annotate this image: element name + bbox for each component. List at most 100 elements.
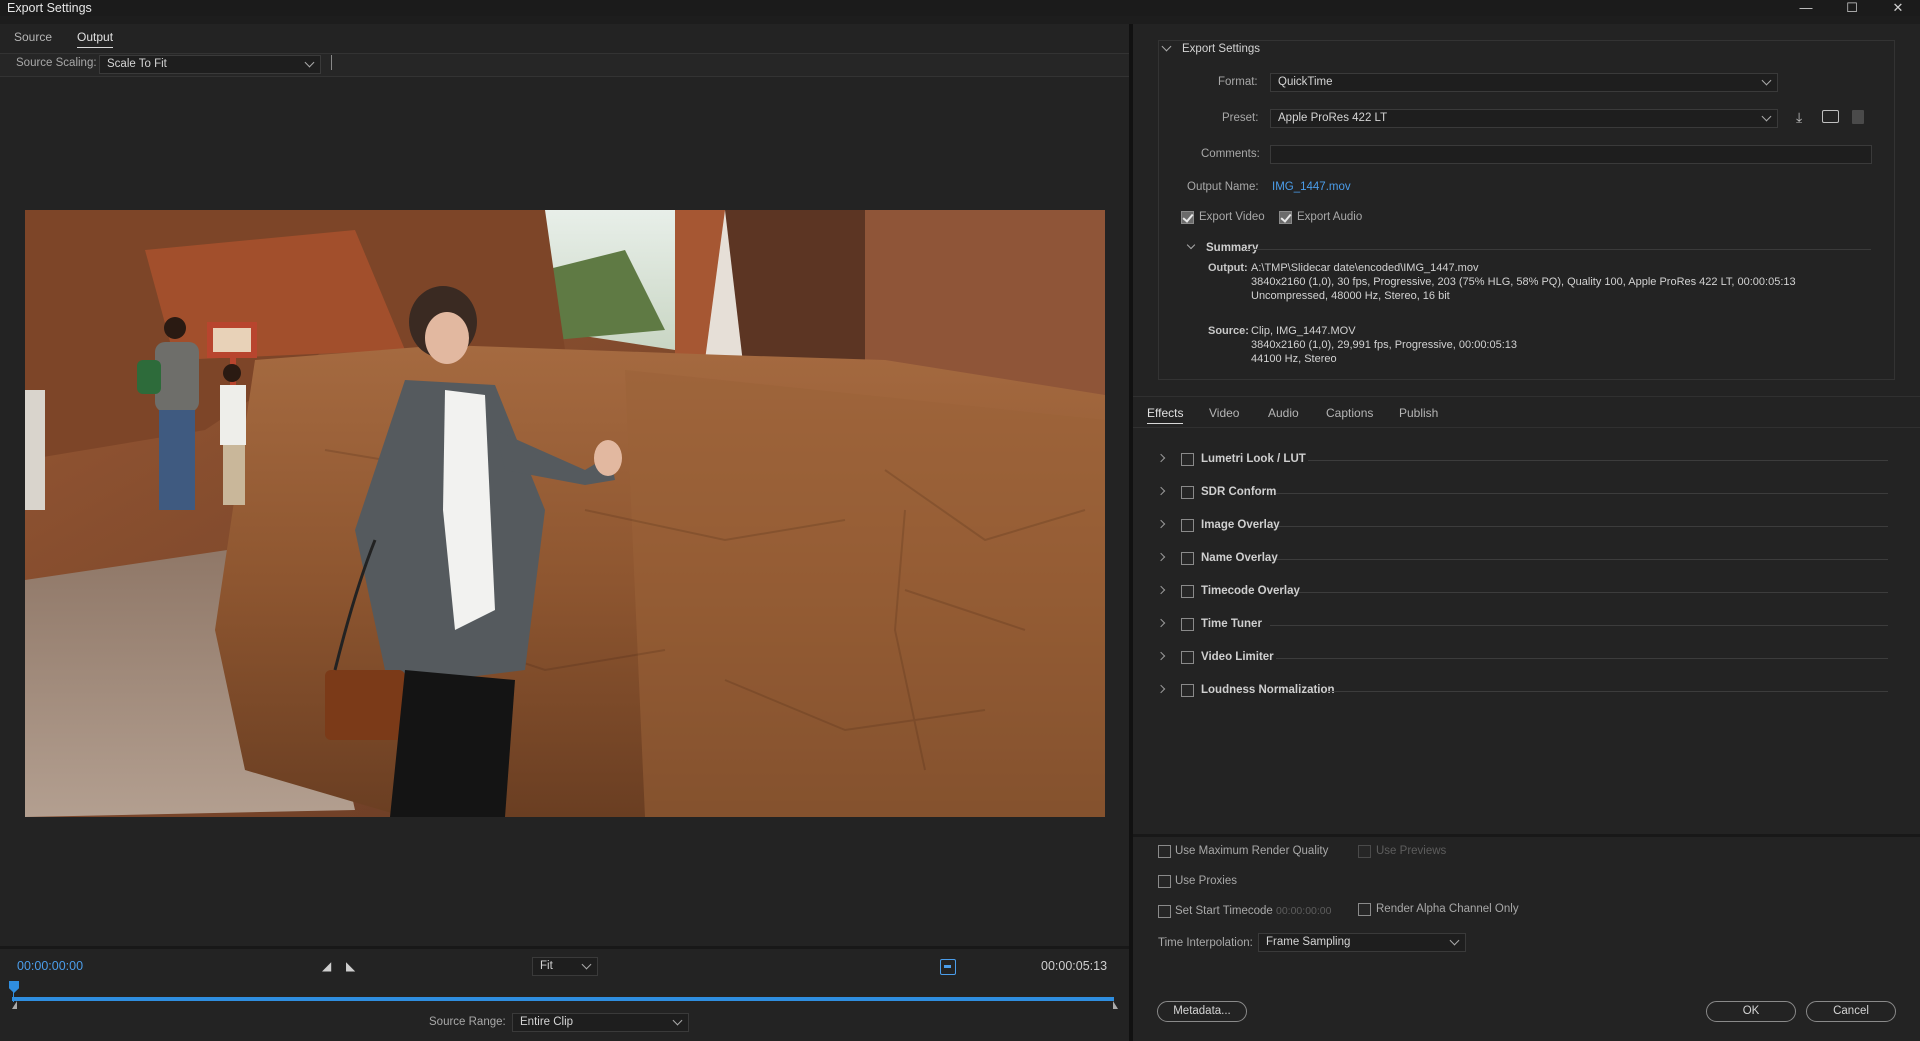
export-audio-checkbox[interactable] (1279, 211, 1292, 224)
effect-lumetri-look[interactable]: Lumetri Look / LUT (1156, 451, 1888, 471)
chevron-right-icon[interactable] (1156, 618, 1166, 628)
use-proxies-label[interactable]: Use Proxies (1175, 875, 1237, 887)
tab-captions[interactable]: Captions (1326, 406, 1373, 420)
effect-checkbox[interactable] (1181, 453, 1194, 466)
chevron-right-icon[interactable] (1156, 519, 1166, 529)
tab-source[interactable]: Source (14, 30, 52, 44)
effect-checkbox[interactable] (1181, 486, 1194, 499)
export-video-label[interactable]: Export Video (1199, 211, 1265, 223)
chevron-right-icon[interactable] (1156, 486, 1166, 496)
chevron-right-icon[interactable] (1156, 552, 1166, 562)
maximize-button[interactable]: ☐ (1838, 0, 1866, 16)
ok-button[interactable]: OK (1706, 1001, 1796, 1022)
start-timecode-value: 00:00:00:00 (1276, 905, 1332, 917)
effect-checkbox[interactable] (1181, 618, 1194, 631)
tab-output[interactable]: Output (77, 30, 114, 48)
title-bar: Export Settings — ☐ ✕ (0, 0, 1920, 16)
time-interpolation-value: Frame Sampling (1266, 936, 1351, 948)
chevron-down-icon (1761, 111, 1772, 122)
import-preset-icon[interactable] (1822, 110, 1839, 123)
video-preview (25, 210, 1105, 817)
effect-divider (1328, 691, 1888, 692)
minimize-button[interactable]: — (1792, 0, 1820, 16)
effect-checkbox[interactable] (1181, 585, 1194, 598)
effect-divider (1298, 592, 1888, 593)
effect-video-limiter[interactable]: Video Limiter (1156, 649, 1888, 669)
timeline-separator (0, 946, 1129, 949)
tab-audio[interactable]: Audio (1268, 406, 1299, 420)
in-point-marker-icon[interactable] (7, 1001, 17, 1009)
source-range-label: Source Range: (429, 1016, 506, 1028)
format-dropdown[interactable]: QuickTime (1270, 73, 1778, 92)
chevron-down-icon (672, 1015, 683, 1026)
effect-divider (1270, 625, 1888, 626)
source-range-value: Entire Clip (520, 1016, 574, 1028)
effect-label: Time Tuner (1201, 618, 1262, 630)
source-scaling-label: Source Scaling: (16, 57, 97, 69)
effect-checkbox[interactable] (1181, 651, 1194, 664)
source-scaling-dropdown[interactable]: Scale To Fit (99, 55, 321, 74)
download-preset-icon[interactable]: ⤓ (1796, 109, 1802, 126)
close-button[interactable]: ✕ (1884, 0, 1912, 16)
export-video-checkbox[interactable] (1181, 211, 1194, 224)
summary-source-line: 44100 Hz, Stereo (1251, 353, 1337, 365)
set-start-timecode-label[interactable]: Set Start Timecode (1175, 905, 1273, 917)
effect-checkbox[interactable] (1181, 684, 1194, 697)
metadata-button[interactable]: Metadata... (1157, 1001, 1247, 1022)
mark-in-icon[interactable]: ◢ (322, 959, 331, 973)
chevron-down-icon (1761, 75, 1772, 86)
effect-image-overlay[interactable]: Image Overlay (1156, 517, 1888, 537)
summary-heading: Summary (1206, 242, 1259, 254)
cancel-button[interactable]: Cancel (1806, 1001, 1896, 1022)
delete-preset-icon[interactable] (1852, 110, 1864, 124)
max-render-quality-checkbox[interactable] (1158, 845, 1171, 858)
effect-checkbox[interactable] (1181, 519, 1194, 532)
format-label: Format: (1218, 76, 1258, 88)
tab-effects[interactable]: Effects (1147, 406, 1184, 424)
effect-timecode-overlay[interactable]: Timecode Overlay (1156, 583, 1888, 603)
bottom-separator (1133, 834, 1920, 837)
output-name-label: Output Name: (1187, 181, 1259, 193)
time-interpolation-dropdown[interactable]: Frame Sampling (1258, 933, 1466, 952)
chevron-right-icon[interactable] (1156, 585, 1166, 595)
comments-input[interactable] (1270, 145, 1872, 164)
chevron-right-icon[interactable] (1156, 453, 1166, 463)
output-name-link[interactable]: IMG_1447.mov (1272, 181, 1351, 193)
effect-divider (1276, 658, 1888, 659)
time-interpolation-label: Time Interpolation: (1158, 937, 1253, 949)
effect-divider (1276, 559, 1888, 560)
effect-sdr-conform[interactable]: SDR Conform (1156, 484, 1888, 504)
chevron-right-icon[interactable] (1156, 684, 1166, 694)
summary-output-line: 3840x2160 (1,0), 30 fps, Progressive, 20… (1251, 276, 1796, 288)
effect-label: Lumetri Look / LUT (1201, 453, 1306, 465)
preset-dropdown[interactable]: Apple ProRes 422 LT (1270, 109, 1778, 128)
use-proxies-checkbox[interactable] (1158, 875, 1171, 888)
comments-label: Comments: (1201, 148, 1260, 160)
current-timecode[interactable]: 00:00:00:00 (17, 959, 83, 973)
effect-time-tuner[interactable]: Time Tuner (1156, 616, 1888, 636)
summary-divider (1246, 249, 1871, 250)
max-render-quality-label[interactable]: Use Maximum Render Quality (1175, 845, 1328, 857)
effect-label: Timecode Overlay (1201, 585, 1300, 597)
crop-toggle-icon[interactable] (940, 959, 956, 975)
effect-checkbox[interactable] (1181, 552, 1194, 565)
chevron-down-icon (581, 959, 592, 970)
format-value: QuickTime (1278, 76, 1333, 88)
render-alpha-label[interactable]: Render Alpha Channel Only (1376, 903, 1519, 915)
render-alpha-checkbox[interactable] (1358, 903, 1371, 916)
timeline-track[interactable] (12, 997, 1114, 1001)
effect-name-overlay[interactable]: Name Overlay (1156, 550, 1888, 570)
use-previews-label: Use Previews (1376, 845, 1447, 857)
source-range-dropdown[interactable]: Entire Clip (512, 1013, 689, 1032)
out-point-marker-icon[interactable] (1113, 1001, 1123, 1009)
tab-video[interactable]: Video (1209, 406, 1239, 420)
summary-source-label: Source: (1208, 325, 1249, 337)
export-audio-label[interactable]: Export Audio (1297, 211, 1362, 223)
zoom-level-dropdown[interactable]: Fit (532, 957, 598, 976)
effect-divider (1278, 526, 1888, 527)
effect-loudness-normalization[interactable]: Loudness Normalization (1156, 682, 1888, 702)
tab-publish[interactable]: Publish (1399, 406, 1438, 420)
chevron-right-icon[interactable] (1156, 651, 1166, 661)
set-start-timecode-checkbox[interactable] (1158, 905, 1171, 918)
mark-out-icon[interactable]: ◣ (346, 959, 355, 973)
